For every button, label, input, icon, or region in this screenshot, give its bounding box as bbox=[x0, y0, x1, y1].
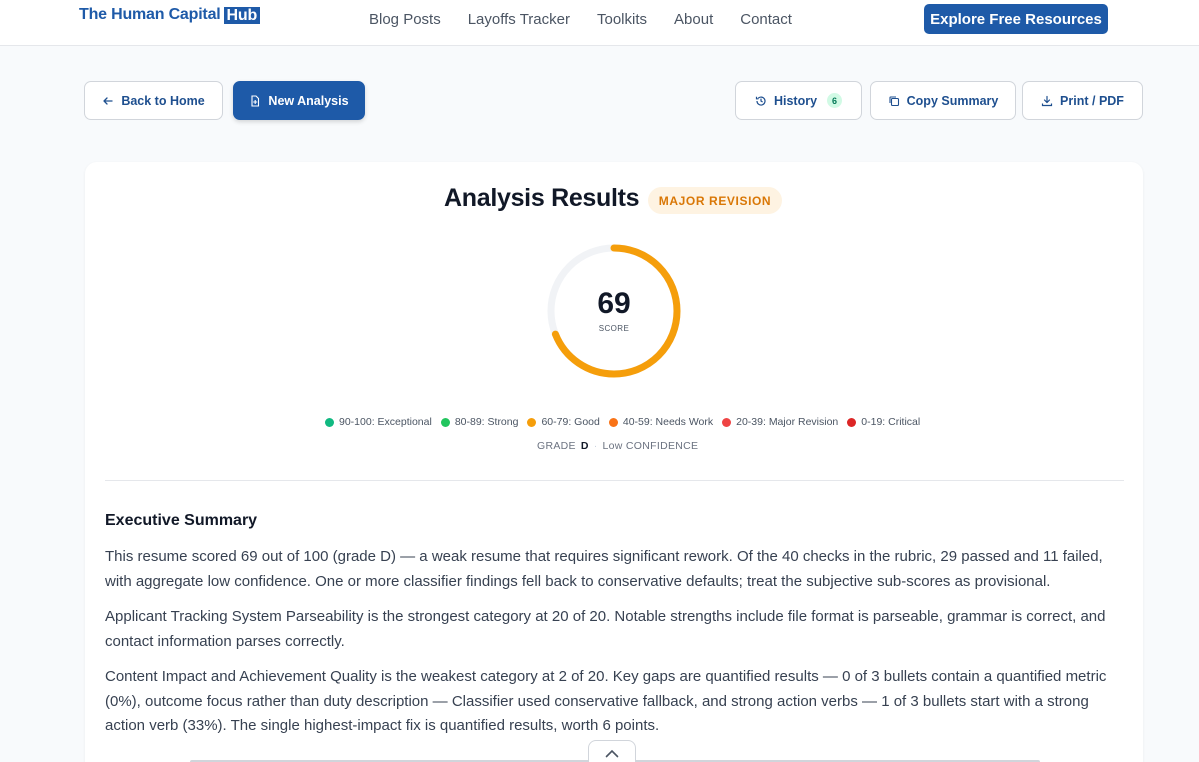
back-to-home-button[interactable]: Back to Home bbox=[84, 81, 223, 120]
legend-label: 40-59: Needs Work bbox=[622, 416, 714, 428]
score-value: 69 bbox=[597, 287, 631, 320]
history-label: History bbox=[773, 93, 818, 108]
copy-summary-button[interactable]: Copy Summary bbox=[870, 81, 1016, 120]
grade-letter: D bbox=[580, 440, 589, 452]
nav-link-contact[interactable]: Contact bbox=[740, 11, 792, 28]
legend-label: 60-79: Good bbox=[541, 416, 600, 428]
legend-label: 20-39: Major Revision bbox=[736, 416, 839, 428]
verdict-badge: MAJOR REVISION bbox=[648, 187, 782, 214]
grade-prefix: GRADE bbox=[537, 440, 576, 452]
legend-item: 0-19: Critical bbox=[847, 416, 920, 428]
nav-link-toolkits[interactable]: Toolkits bbox=[597, 11, 647, 28]
legend-dot-icon bbox=[527, 417, 537, 427]
history-icon bbox=[755, 95, 766, 106]
scroll-to-top-button[interactable] bbox=[588, 740, 636, 762]
legend-label: 0-19: Critical bbox=[861, 416, 921, 428]
nav-links: Blog Posts Layoffs Tracker Toolkits Abou… bbox=[369, 11, 792, 28]
legend-item: 80-89: Strong bbox=[440, 416, 519, 428]
logo-text: The Human Capital bbox=[79, 6, 221, 23]
explore-resources-button[interactable]: Explore Free Resources bbox=[924, 4, 1108, 34]
download-icon bbox=[1041, 95, 1053, 106]
nav-link-layoffs-tracker[interactable]: Layoffs Tracker bbox=[468, 11, 570, 28]
history-button[interactable]: History 6 bbox=[735, 81, 862, 120]
legend-dot-icon bbox=[440, 417, 450, 427]
history-count-badge: 6 bbox=[827, 93, 843, 108]
separator-dot: · bbox=[593, 440, 598, 452]
legend-dot-icon bbox=[608, 417, 618, 427]
legend-item: 90-100: Exceptional bbox=[325, 416, 432, 428]
print-pdf-button[interactable]: Print / PDF bbox=[1022, 81, 1143, 120]
section-divider bbox=[105, 480, 1124, 481]
legend-dot-icon bbox=[722, 417, 732, 427]
arrow-left-icon bbox=[103, 96, 113, 105]
copy-icon bbox=[889, 95, 899, 106]
legend-item: 20-39: Major Revision bbox=[722, 416, 838, 428]
new-document-icon bbox=[251, 94, 260, 107]
score-legend: 90-100: Exceptional 80-89: Strong 60-79:… bbox=[325, 416, 920, 428]
summary-paragraph-3: Content Impact and Achievement Quality i… bbox=[105, 668, 1107, 734]
new-analysis-label: New Analysis bbox=[268, 93, 349, 108]
copy-summary-label: Copy Summary bbox=[906, 93, 999, 108]
executive-summary-heading: Executive Summary bbox=[105, 512, 258, 529]
back-to-home-label: Back to Home bbox=[121, 93, 205, 108]
legend-item: 60-79: Good bbox=[527, 416, 600, 428]
nav-link-blog-posts[interactable]: Blog Posts bbox=[369, 11, 441, 28]
print-pdf-label: Print / PDF bbox=[1060, 93, 1124, 108]
grade-confidence-line: GRADE D · Low CONFIDENCE bbox=[537, 440, 698, 452]
summary-paragraph-1: This resume scored 69 out of 100 (grade … bbox=[105, 548, 1103, 590]
nav-link-about[interactable]: About bbox=[674, 11, 713, 28]
new-analysis-button[interactable]: New Analysis bbox=[233, 81, 365, 120]
legend-dot-icon bbox=[847, 417, 857, 427]
logo-hub-text: Hub bbox=[223, 6, 261, 24]
legend-label: 90-100: Exceptional bbox=[339, 416, 432, 428]
chevron-up-icon bbox=[605, 749, 619, 757]
results-title: Analysis Results bbox=[444, 184, 640, 212]
summary-paragraph-2: Applicant Tracking System Parseability i… bbox=[105, 608, 1106, 650]
top-navbar: The Human Capital Hub Blog Posts Layoffs… bbox=[0, 0, 1199, 46]
legend-item: 40-59: Needs Work bbox=[608, 416, 714, 428]
site-logo[interactable]: The Human Capital Hub bbox=[79, 6, 261, 24]
score-label: SCORE bbox=[598, 324, 630, 333]
legend-dot-icon bbox=[325, 417, 334, 427]
confidence-text: Low CONFIDENCE bbox=[602, 440, 699, 452]
legend-label: 80-89: Strong bbox=[454, 416, 519, 428]
